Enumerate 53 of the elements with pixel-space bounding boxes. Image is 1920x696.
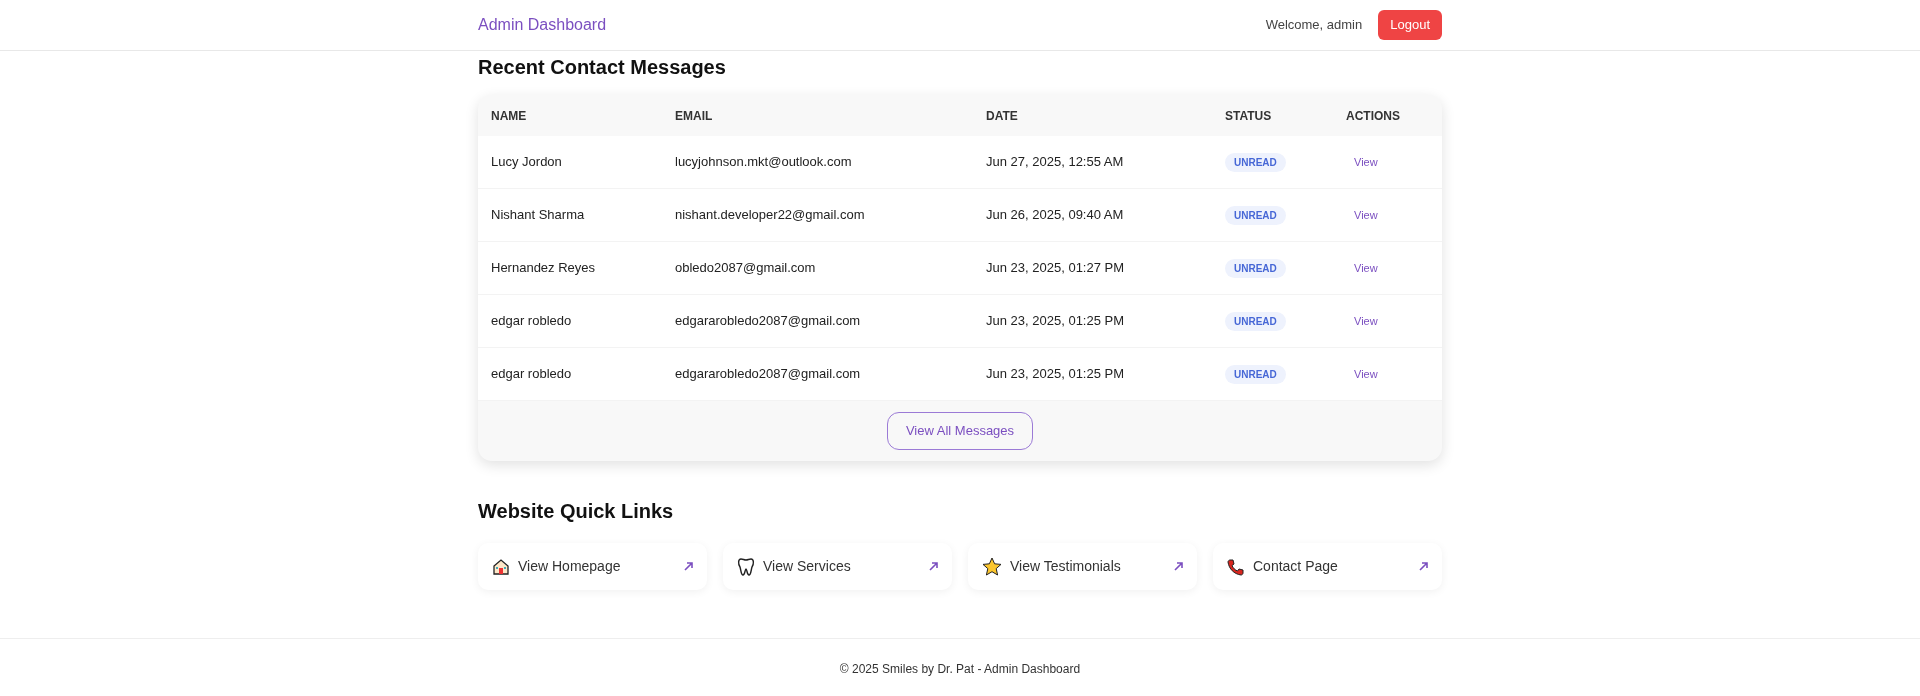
- status-badge: UNREAD: [1225, 206, 1286, 226]
- name-cell-text: edgar robledo: [491, 312, 573, 331]
- arrow-icon: [684, 562, 693, 571]
- name-cell-text: Nishant Sharma: [491, 206, 586, 225]
- name-cell-text: edgar robledo: [491, 365, 573, 384]
- date-cell-text: Jun 23, 2025, 01:25 PM: [986, 312, 1126, 331]
- email-cell-text: edgararobledo2087@gmail.com: [675, 365, 862, 384]
- column-header: NAME: [491, 107, 528, 125]
- footer-text: © 2025 Smiles by Dr. Pat - Admin Dashboard: [839, 660, 1081, 678]
- column-header: DATE: [986, 107, 1019, 125]
- view-link[interactable]: View: [1354, 209, 1378, 222]
- link-label: View Testimonials: [1010, 557, 1122, 576]
- email-cell-text: edgararobledo2087@gmail.com: [675, 312, 862, 331]
- logout-button[interactable]: Logout: [1378, 10, 1442, 40]
- column-header: STATUS: [1225, 107, 1273, 125]
- date-cell-text: Jun 23, 2025, 01:25 PM: [986, 365, 1126, 384]
- quick-link-card[interactable]: View Homepage: [478, 543, 707, 590]
- column-header: EMAIL: [675, 107, 714, 125]
- view-all-button[interactable]: View All Messages: [886, 412, 1034, 450]
- date-cell-text: Jun 27, 2025, 12:55 AM: [986, 153, 1125, 172]
- section-title: Website Quick Links: [478, 499, 675, 523]
- star-icon: [982, 557, 1002, 576]
- link-label: Contact Page: [1253, 557, 1339, 576]
- email-cell-text: nishant.developer22@gmail.com: [675, 206, 866, 225]
- link-label: View Services: [763, 557, 852, 576]
- email-cell-text: lucyjohnson.mkt@outlook.com: [675, 153, 853, 172]
- arrow-icon: [1174, 562, 1183, 571]
- column-header: ACTIONS: [1346, 107, 1401, 125]
- status-badge: UNREAD: [1225, 365, 1286, 385]
- view-link[interactable]: View: [1354, 262, 1378, 275]
- quick-link-card[interactable]: Contact Page: [1213, 543, 1442, 590]
- view-link[interactable]: View: [1354, 315, 1378, 328]
- quick-link-card[interactable]: View Testimonials: [968, 543, 1197, 590]
- quick-link-card[interactable]: View Services: [723, 543, 952, 590]
- house-icon: [492, 557, 510, 576]
- arrow-icon: [1419, 562, 1428, 571]
- section-title: Recent Contact Messages: [478, 55, 727, 79]
- welcome-text: Welcome, admin: [1265, 16, 1363, 35]
- phone-icon: [1227, 557, 1245, 576]
- tooth-icon: [737, 556, 755, 577]
- view-link[interactable]: View: [1354, 368, 1378, 381]
- view-link[interactable]: View: [1354, 156, 1378, 169]
- arrow-icon: [929, 562, 938, 571]
- date-cell-text: Jun 26, 2025, 09:40 AM: [986, 206, 1125, 225]
- status-badge: UNREAD: [1225, 259, 1286, 279]
- date-cell-text: Jun 23, 2025, 01:27 PM: [986, 259, 1126, 278]
- link-label: View Homepage: [518, 557, 622, 576]
- status-badge: UNREAD: [1225, 312, 1286, 332]
- name-cell-text: Lucy Jordon: [491, 153, 563, 172]
- status-badge: UNREAD: [1225, 153, 1286, 173]
- email-cell-text: obledo2087@gmail.com: [675, 259, 817, 278]
- name-cell-text: Hernandez Reyes: [491, 259, 597, 278]
- brand-link[interactable]: Admin Dashboard: [478, 13, 607, 37]
